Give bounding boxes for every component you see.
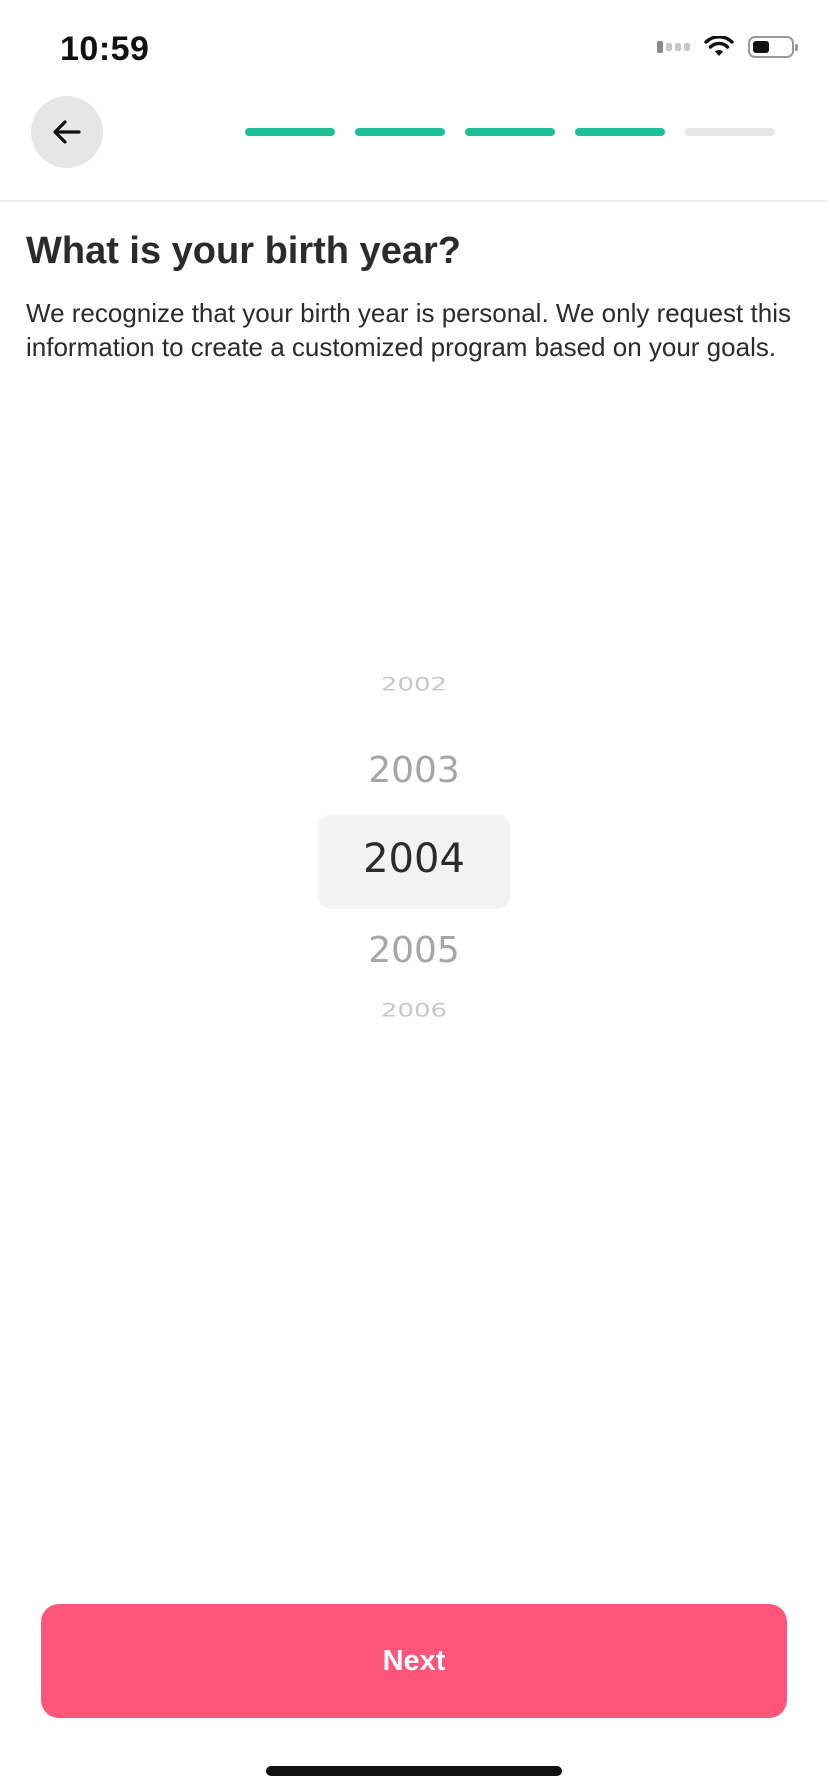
wifi-icon — [704, 36, 734, 56]
signal-icon — [657, 41, 690, 53]
next-button[interactable]: Next — [41, 1604, 787, 1718]
progress-indicator — [245, 128, 775, 136]
arrow-left-icon — [53, 120, 81, 144]
page-title: What is your birth year? — [26, 230, 461, 272]
progress-step-complete — [575, 128, 665, 136]
header-divider — [0, 200, 828, 202]
progress-step-complete — [355, 128, 445, 136]
progress-step-incomplete — [685, 128, 775, 136]
back-button[interactable] — [31, 96, 103, 168]
battery-icon — [748, 36, 798, 58]
progress-step-complete — [465, 128, 555, 136]
page-description: We recognize that your birth year is per… — [26, 298, 791, 362]
picker-item-selected[interactable]: 2004 — [0, 836, 828, 882]
progress-step-complete — [245, 128, 335, 136]
picker-item[interactable]: 2005 — [0, 930, 828, 971]
picker-item[interactable]: 2006 — [0, 1001, 828, 1022]
status-icons — [657, 36, 798, 58]
picker-item[interactable]: 2003 — [0, 750, 828, 791]
status-time: 10:59 — [60, 30, 150, 68]
picker-item[interactable]: 2002 — [0, 675, 828, 696]
home-indicator — [266, 1766, 562, 1776]
status-bar: 10:59 — [0, 0, 828, 100]
year-picker[interactable]: 2002 2003 2004 2005 2006 — [0, 670, 828, 1050]
